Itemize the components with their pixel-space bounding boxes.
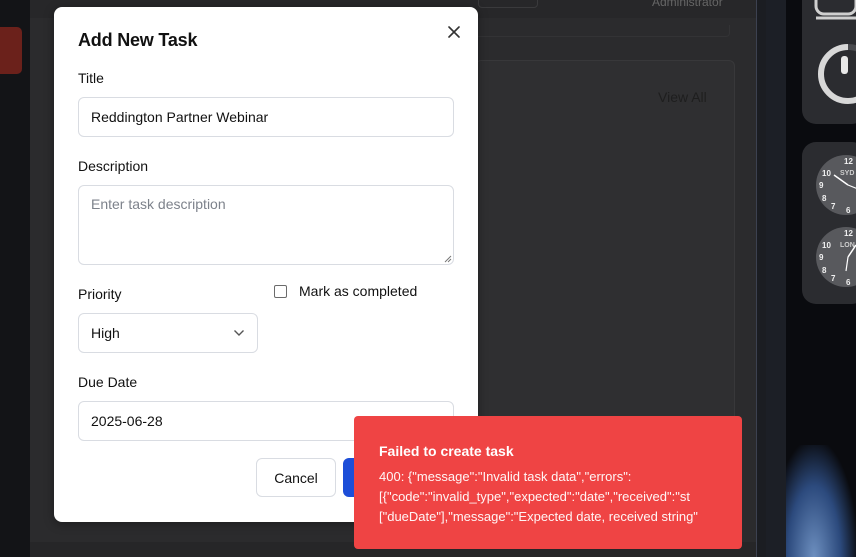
error-toast[interactable]: Failed to create task 400: {"message":"I… [354, 416, 742, 549]
clock-hands-icon [845, 244, 856, 272]
toast-message-line: [{"code":"invalid_type","expected":"date… [379, 489, 690, 504]
cancel-button[interactable]: Cancel [256, 458, 336, 497]
due-date-label: Due Date [78, 374, 138, 390]
dialog-title: Add New Task [78, 30, 198, 50]
clock-face-lon: LON 12 10 9 8 7 6 [816, 227, 856, 287]
user-role-label: Administrator [652, 0, 723, 9]
priority-select[interactable]: High [78, 313, 258, 353]
due-date-value: 2025-06-28 [91, 413, 163, 429]
completed-checkbox-row[interactable]: Mark as completed [274, 283, 417, 299]
sidebar [0, 0, 30, 557]
completed-checkbox-label[interactable]: Mark as completed [299, 283, 417, 299]
description-textarea[interactable]: Enter task description [78, 185, 454, 265]
priority-select-value: High [91, 325, 120, 341]
resize-handle-icon[interactable] [444, 255, 452, 263]
description-placeholder: Enter task description [91, 196, 226, 212]
title-input[interactable]: Reddington Partner Webinar [78, 97, 454, 137]
toast-title: Failed to create task [379, 443, 514, 459]
close-button[interactable] [443, 21, 465, 43]
earth-wallpaper [786, 445, 856, 557]
battery-widget [802, 0, 856, 124]
desktop-edge [766, 0, 786, 557]
battery-ring-icon [814, 0, 856, 104]
title-label: Title [78, 70, 104, 86]
title-input-value: Reddington Partner Webinar [91, 109, 269, 125]
background-panel-strip [475, 25, 730, 37]
sidebar-active-item [0, 27, 22, 74]
world-clock-widget: SYD 12 10 9 8 7 6 LON 12 10 9 8 7 6 [802, 142, 856, 304]
completed-checkbox[interactable] [274, 284, 287, 298]
toast-message-line: ["dueDate"],"message":"Expected date, re… [379, 509, 698, 524]
chevron-down-icon [234, 330, 244, 336]
clock-face-syd: SYD 12 10 9 8 7 6 [816, 155, 856, 215]
close-icon [448, 26, 460, 38]
clock-hands-icon [833, 174, 856, 189]
priority-label: Priority [78, 286, 122, 302]
description-label: Description [78, 158, 149, 174]
view-all-link: View All [658, 89, 707, 105]
toast-message-line: 400: {"message":"Invalid task data","err… [379, 469, 632, 484]
cancel-button-label: Cancel [274, 469, 318, 486]
header-search [478, 0, 538, 8]
toast-message: 400: {"message":"Invalid task data","err… [379, 467, 698, 527]
desktop-area: SYD 12 10 9 8 7 6 LON 12 10 9 8 7 6 [766, 0, 856, 557]
window-edge [756, 0, 766, 557]
